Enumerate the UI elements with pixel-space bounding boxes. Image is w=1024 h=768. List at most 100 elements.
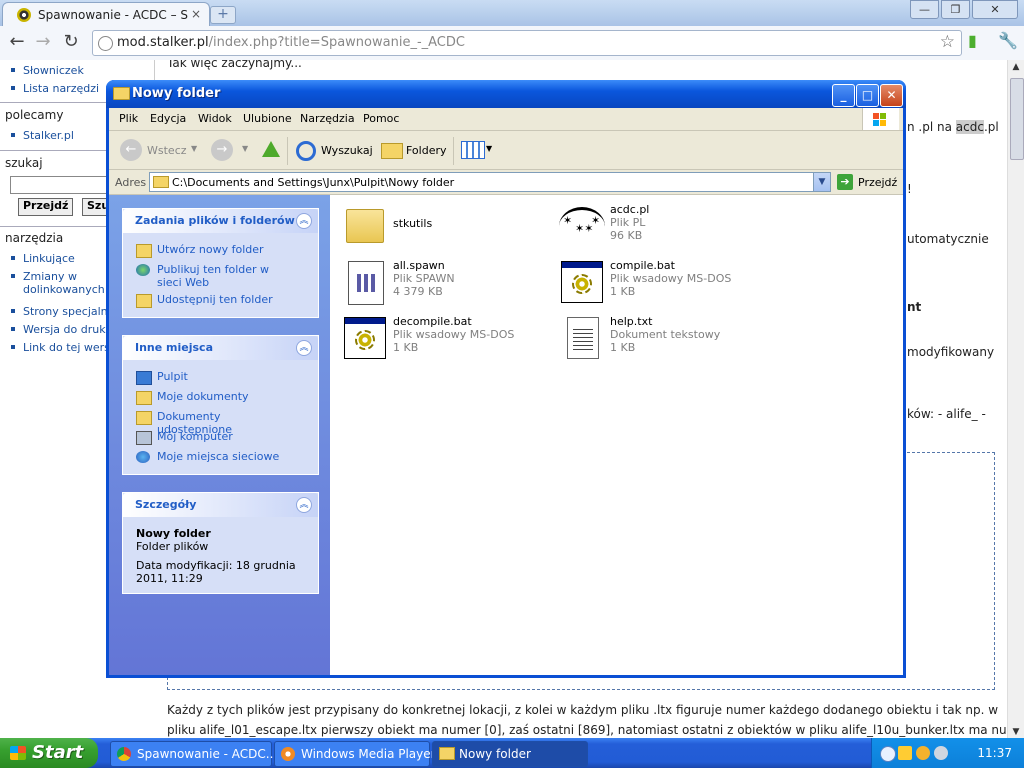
sidebar-link-linkujace[interactable]: Linkujące [23,252,75,265]
text-file-icon [557,315,601,359]
chevron-down-icon[interactable]: ▼ [486,144,492,153]
menu-pomoc[interactable]: Pomoc [363,112,399,125]
wiki-go-button[interactable]: Przejdź [18,198,74,216]
collapse-icon[interactable]: ︽ [296,340,312,356]
sidebar-link-lista[interactable]: Lista narzędzi [23,82,99,95]
address-bar[interactable]: mod.stalker.pl/index.php?title=Spawnowan… [92,30,962,56]
tray-expand-icon[interactable] [880,746,896,762]
places-panel-header[interactable]: Inne miejsca ︽ [123,336,318,360]
views-icon[interactable] [461,141,485,159]
close-icon[interactable]: ✕ [880,84,903,107]
wiki-search-input[interactable] [10,176,112,194]
close-icon[interactable]: ✕ [972,0,1018,19]
chrome-icon [117,747,131,761]
start-label: Start [32,742,84,763]
browser-tab[interactable]: Spawnowanie - ACDC – Stalker × [2,2,210,27]
chevron-down-icon[interactable]: ▼ [242,144,248,153]
star-mark: ✶ [591,214,601,227]
forward-arrow-icon[interactable]: → [211,139,233,161]
taskbar-item-explorer[interactable]: Nowy folder [432,741,588,767]
page-info-icon[interactable] [98,36,113,51]
search-icon[interactable] [296,141,316,161]
go-button[interactable]: Przejdź [858,176,897,189]
restore-icon[interactable]: ❐ [941,0,970,19]
file-item[interactable]: ✶ ✶✶ ✶ acdc.pl Plik PL 96 KB [552,201,752,247]
taskbar-item-media-player[interactable]: Windows Media Player [274,741,436,767]
folder-icon [340,203,384,247]
task-share-folder[interactable]: Udostępnij ten folder [157,293,297,306]
reload-icon[interactable]: ↻ [60,31,82,53]
sidebar-link-wersja[interactable]: Wersja do druku [23,323,112,336]
alert-icon[interactable] [916,746,930,760]
place-my-documents[interactable]: Moje dokumenty [157,390,297,403]
content-text: n .pl na [907,120,956,134]
forward-arrow-icon[interactable]: → [32,31,54,53]
folders-icon[interactable] [381,143,403,159]
taskbar-item-label: Spawnowanie - ACDC... [137,747,278,761]
back-arrow-icon[interactable]: ← [6,31,28,53]
file-name: stkutils [393,217,433,230]
logo-part [873,120,879,126]
explorer-window: Nowy folder _ □ ✕ Plik Edycja Widok Ulub… [106,80,906,678]
sidebar-link-stalker[interactable]: Stalker.pl [23,129,74,142]
start-button[interactable]: Start [0,738,98,768]
bookmark-star-icon[interactable]: ☆ [940,32,955,52]
maximize-icon[interactable]: □ [856,84,879,107]
menu-widok[interactable]: Widok [198,112,232,125]
signal-bars-icon[interactable]: ▮ [968,31,977,50]
desktop-icon [136,371,152,385]
clock[interactable]: 11:37 [977,746,1012,760]
szukaj-heading: szukaj [5,156,43,170]
collapse-icon[interactable]: ︽ [296,497,312,513]
file-item[interactable]: stkutils [335,201,535,247]
menu-narzedzia[interactable]: Narzędzia [300,112,355,125]
file-name: help.txt [610,315,653,328]
tasks-panel-header[interactable]: Zadania plików i folderów ︽ [123,209,318,233]
logo-part [880,120,886,126]
file-item[interactable]: decompile.bat Plik wsadowy MS-DOS 1 KB [335,313,535,359]
page-scrollbar[interactable]: ▲ ▼ [1007,60,1024,743]
scroll-thumb[interactable] [1010,78,1024,160]
scroll-up-icon[interactable]: ▲ [1010,62,1022,76]
file-item[interactable]: help.txt Dokument tekstowy 1 KB [552,313,752,359]
minimize-icon[interactable]: — [910,0,939,19]
folder-up-icon[interactable] [262,141,280,157]
collapse-icon[interactable]: ︽ [296,213,312,229]
address-input[interactable]: C:\Documents and Settings\Junx\Pulpit\No… [149,172,831,192]
explorer-titlebar[interactable]: Nowy folder _ □ ✕ [106,80,906,108]
wrench-icon[interactable]: 🔧 [998,31,1018,50]
new-tab-button[interactable]: + [210,6,236,24]
folders-label[interactable]: Foldery [406,144,447,157]
place-my-computer[interactable]: Mój komputer [157,430,297,443]
file-item[interactable]: all.spawn Plik SPAWN 4 379 KB [335,257,535,305]
search-label[interactable]: Wyszukaj [321,144,373,157]
system-tray: 11:37 [871,738,1024,768]
place-desktop[interactable]: Pulpit [157,370,297,383]
go-arrow-icon[interactable]: ➔ [837,174,853,190]
place-network[interactable]: Moje miejsca sieciowe [157,450,297,463]
sidebar-link-strony[interactable]: Strony specjalne [23,305,114,318]
spawn-file-icon [340,259,384,305]
sidebar-link-permalink[interactable]: Link do tej wersji [23,341,116,354]
file-item[interactable]: compile.bat Plik wsadowy MS-DOS 1 KB [552,257,752,303]
security-shield-icon[interactable] [898,746,912,760]
chevron-down-icon[interactable]: ▼ [813,173,830,191]
details-panel-header[interactable]: Szczegóły ︽ [123,493,318,517]
chevron-down-icon[interactable]: ▼ [191,144,197,153]
menu-edycja[interactable]: Edycja [150,112,186,125]
back-label[interactable]: Wstecz [147,144,187,157]
volume-icon[interactable] [934,746,948,760]
menu-ulubione[interactable]: Ulubione [243,112,292,125]
sidebar-link-slowniczek[interactable]: Słowniczek [23,64,84,77]
tab-title: Spawnowanie - ACDC – Stalker [38,8,188,22]
sidebar-link-zmiany[interactable]: Zmiany w dolinkowanych [23,270,113,296]
logo-part [880,113,886,119]
minimize-icon[interactable]: _ [832,84,855,107]
task-publish-web[interactable]: Publikuj ten folder w sieci Web [157,263,297,289]
menu-plik[interactable]: Plik [119,112,138,125]
task-pane: Zadania plików i folderów ︽ Utwórz nowy … [109,195,330,675]
back-arrow-icon[interactable]: ← [120,139,142,161]
tab-close-icon[interactable]: × [191,7,201,21]
taskbar-item-browser[interactable]: Spawnowanie - ACDC... [110,741,277,767]
task-new-folder[interactable]: Utwórz nowy folder [157,243,297,256]
